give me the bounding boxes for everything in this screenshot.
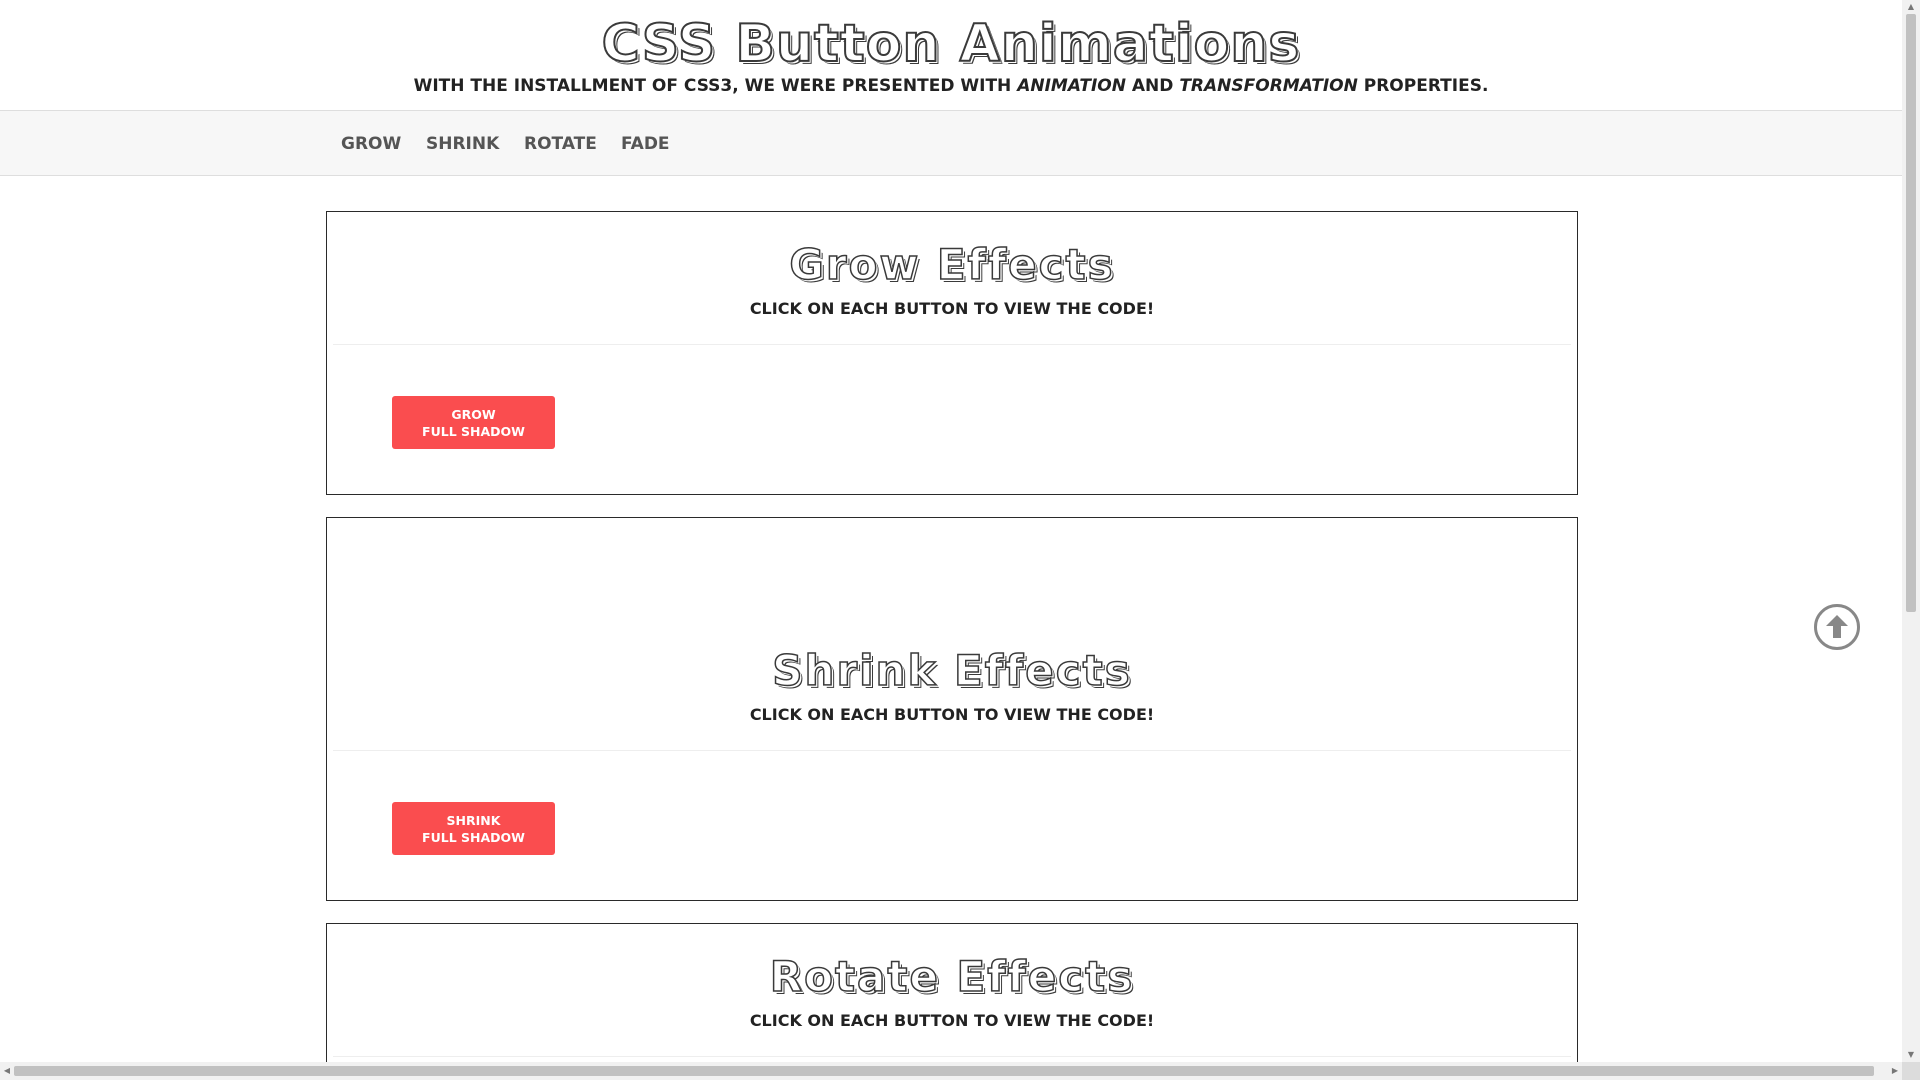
scroll-down-arrow-icon[interactable]: ▼ — [1902, 1048, 1920, 1062]
section-divider — [333, 344, 1571, 345]
button-line-1: GROW — [451, 406, 496, 422]
section-divider — [333, 750, 1571, 751]
grow-effects-section: Grow Effects CLICK ON EACH BUTTON TO VIE… — [326, 211, 1578, 495]
section-subtitle: CLICK ON EACH BUTTON TO VIEW THE CODE! — [749, 705, 1155, 724]
horizontal-scrollbar[interactable]: ◀ ▶ — [0, 1062, 1902, 1080]
main-navbar: GROW SHRINK ROTATE FADE — [0, 110, 1902, 176]
page-viewport: CSS Button Animations WITH THE INSTALLME… — [0, 0, 1902, 1062]
section-divider — [333, 1056, 1571, 1057]
horizontal-scrollbar-thumb[interactable] — [14, 1066, 1874, 1076]
section-subtitle: CLICK ON EACH BUTTON TO VIEW THE CODE! — [749, 299, 1155, 318]
tagline-animation: ANIMATION — [1017, 76, 1126, 96]
nav-item-fade[interactable]: FADE — [621, 111, 670, 177]
shrink-effects-section: Shrink Effects CLICK ON EACH BUTTON TO V… — [326, 517, 1578, 901]
scroll-left-arrow-icon[interactable]: ◀ — [0, 1062, 14, 1080]
scroll-up-arrow-icon[interactable]: ▲ — [1902, 0, 1920, 14]
button-line-2: FULL SHADOW — [422, 423, 525, 439]
site-tagline: WITH THE INSTALLMENT OF CSS3, WE WERE PR… — [0, 76, 1902, 96]
nav-item-rotate[interactable]: ROTATE — [524, 111, 597, 177]
vertical-scrollbar-thumb[interactable] — [1906, 14, 1916, 612]
button-line-1: SHRINK — [446, 812, 501, 828]
tagline-and: AND — [1125, 76, 1180, 96]
vertical-scrollbar[interactable]: ▲ ▼ — [1902, 0, 1920, 1062]
scroll-right-arrow-icon[interactable]: ▶ — [1888, 1062, 1902, 1080]
section-title: Grow Effects — [789, 239, 1115, 290]
section-title: Rotate Effects — [769, 951, 1135, 1002]
tagline-transformation: TRANSFORMATION — [1179, 76, 1358, 96]
arrow-circle-up-icon — [1826, 615, 1848, 638]
section-subtitle: CLICK ON EACH BUTTON TO VIEW THE CODE! — [749, 1011, 1155, 1030]
tagline-suffix: PROPERTIES. — [1357, 76, 1489, 96]
scroll-to-top-button[interactable] — [1814, 604, 1860, 650]
nav-item-grow[interactable]: GROW — [341, 111, 401, 177]
shrink-full-shadow-button[interactable]: SHRINK FULL SHADOW — [392, 802, 555, 855]
tagline-prefix: WITH THE INSTALLMENT OF CSS3, WE WERE PR… — [413, 76, 1018, 96]
grow-full-shadow-button[interactable]: GROW FULL SHADOW — [392, 396, 555, 449]
nav-item-shrink[interactable]: SHRINK — [426, 111, 499, 177]
rotate-effects-section: Rotate Effects CLICK ON EACH BUTTON TO V… — [326, 923, 1578, 1062]
section-title: Shrink Effects — [772, 645, 1132, 696]
scrollbar-corner — [1902, 1062, 1920, 1080]
button-line-2: FULL SHADOW — [422, 829, 525, 845]
site-title: CSS Button Animations — [601, 13, 1301, 75]
